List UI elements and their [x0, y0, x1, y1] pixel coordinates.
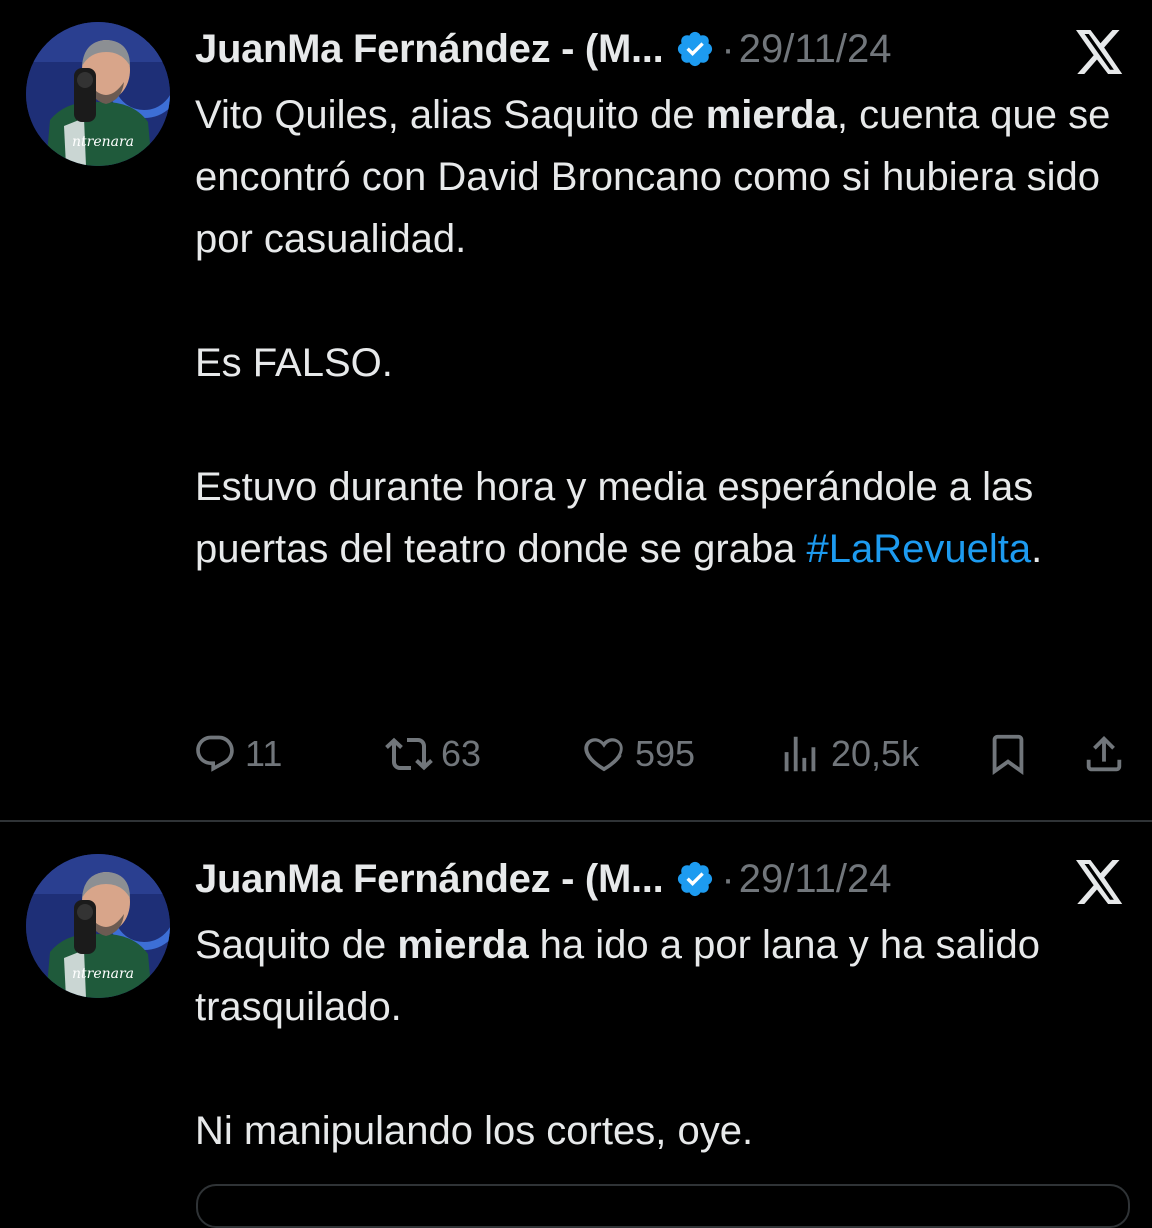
x-logo-icon [1076, 30, 1124, 74]
tweet-header: JuanMa Fernández - (M... · 29/11/24 [195, 850, 1135, 908]
reply-button[interactable]: 11 [193, 722, 282, 786]
svg-text:ntrenara: ntrenara [72, 966, 134, 982]
tweet-paragraph: Es FALSO. [195, 341, 393, 385]
author-name[interactable]: JuanMa Fernández - (M... [195, 27, 664, 72]
avatar[interactable]: ntrenara [26, 854, 170, 998]
tweet-actions: 11 63 595 20,5k [193, 722, 1128, 786]
share-button[interactable] [1081, 722, 1127, 786]
retweet-button[interactable]: 63 [385, 722, 481, 786]
tweet-paragraph: Estuvo durante hora y media esperándole … [195, 456, 1125, 580]
bold-text: mierda [397, 923, 529, 967]
tweet[interactable]: ntrenara JuanMa Fernández - (M... · 29/1… [0, 0, 1152, 820]
views-count: 20,5k [831, 733, 920, 774]
svg-text:ntrenara: ntrenara [72, 134, 134, 150]
tweet-header: JuanMa Fernández - (M... · 29/11/24 [195, 20, 1135, 78]
tweet-text: Saquito de mierda ha ido a por lana y ha… [195, 914, 1125, 1162]
bookmark-icon [985, 731, 1031, 777]
embedded-card-edge[interactable] [196, 1184, 1130, 1228]
views-icon [777, 731, 823, 777]
verified-badge-icon [675, 859, 715, 899]
tweet-text: Vito Quiles, alias Saquito de mierda, cu… [195, 84, 1125, 580]
separator: · [721, 26, 735, 71]
tweet-date[interactable]: 29/11/24 [739, 27, 892, 72]
bookmark-button[interactable] [985, 722, 1031, 786]
retweet-icon [385, 730, 433, 778]
tweet-paragraph: Saquito de mierda ha ido a por lana y ha… [195, 914, 1125, 1038]
like-button[interactable]: 595 [581, 722, 695, 786]
views-button[interactable]: 20,5k [777, 722, 919, 786]
reply-count: 11 [245, 733, 283, 774]
bold-text: mierda [705, 93, 837, 137]
x-logo-icon [1076, 860, 1124, 904]
heart-icon [581, 731, 627, 777]
verified-badge-icon [675, 29, 715, 69]
text-segment: Vito Quiles, alias Saquito de [195, 93, 706, 137]
tweet[interactable]: ntrenara JuanMa Fernández - (M... · 29/1… [0, 822, 1152, 1228]
tweet-date[interactable]: 29/11/24 [739, 857, 892, 902]
hashtag-link[interactable]: #LaRevuelta [807, 527, 1032, 571]
author-name[interactable]: JuanMa Fernández - (M... [195, 857, 664, 902]
share-icon [1081, 731, 1127, 777]
like-count: 595 [635, 733, 696, 774]
avatar[interactable]: ntrenara [26, 22, 170, 166]
tweet-paragraph: Ni manipulando los cortes, oye. [195, 1109, 754, 1153]
text-segment: . [1031, 527, 1043, 571]
reply-icon [193, 732, 237, 776]
text-segment: Saquito de [195, 923, 398, 967]
separator: · [721, 856, 735, 901]
tweet-paragraph: Vito Quiles, alias Saquito de mierda, cu… [195, 84, 1125, 270]
retweet-count: 63 [441, 733, 482, 774]
